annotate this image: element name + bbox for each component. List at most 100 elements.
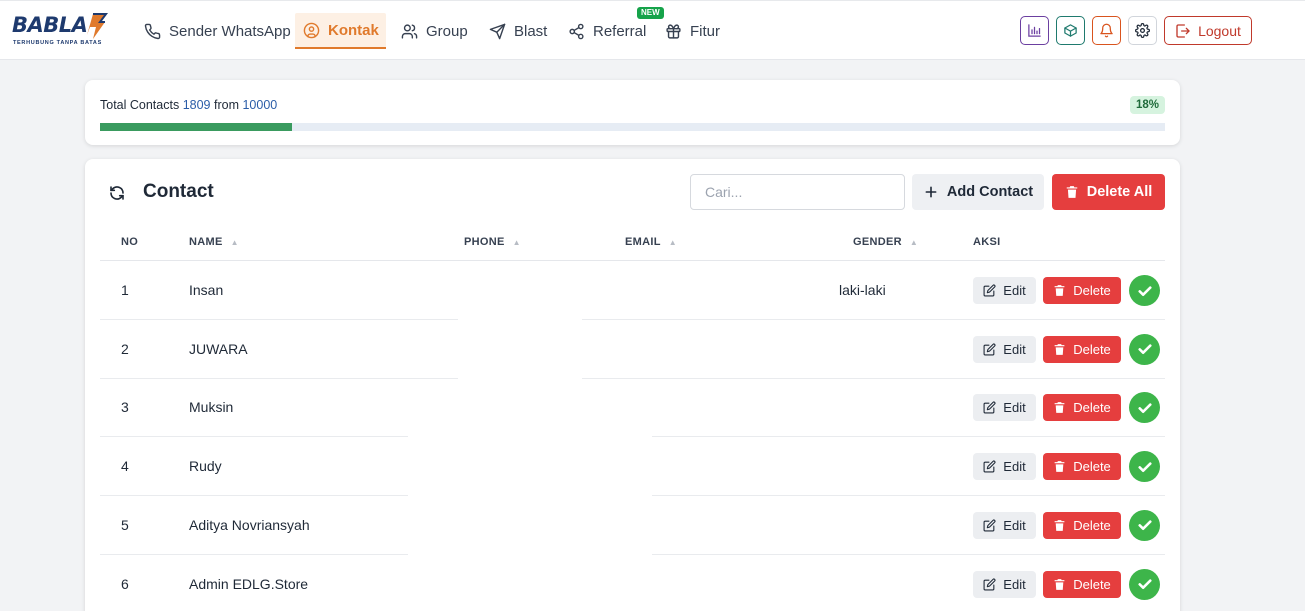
- nav-label: Blast: [514, 22, 548, 40]
- delete-button[interactable]: Delete: [1043, 511, 1121, 539]
- delete-label: Delete: [1073, 459, 1111, 475]
- nav-label: Sender WhatsApp: [169, 22, 291, 40]
- nav-blast[interactable]: Blast: [481, 13, 555, 49]
- stats-button[interactable]: [1020, 16, 1049, 45]
- column-name[interactable]: NAME ▲: [189, 236, 239, 248]
- cell-name: Rudy: [189, 458, 222, 475]
- delete-label: Delete: [1073, 400, 1111, 416]
- nav-fitur[interactable]: Fitur: [657, 13, 728, 49]
- edit-button[interactable]: Edit: [973, 277, 1036, 304]
- quota-progress-track: [100, 123, 1165, 131]
- trash-icon: [1054, 578, 1065, 590]
- brand-wordmark: BABLA: [12, 13, 88, 37]
- sort-icon[interactable]: ▲: [513, 238, 521, 247]
- delete-button[interactable]: Delete: [1043, 570, 1121, 598]
- add-contact-button[interactable]: Add Contact: [912, 174, 1044, 210]
- check-icon: [1137, 344, 1152, 355]
- delete-all-button[interactable]: Delete All: [1052, 174, 1165, 210]
- verified-check-button[interactable]: [1129, 509, 1160, 541]
- logout-label: Logout: [1198, 22, 1241, 39]
- sort-icon[interactable]: ▲: [669, 238, 677, 247]
- nav-label: Referral: [593, 22, 647, 40]
- cell-gender: laki-laki: [839, 282, 886, 298]
- refresh-icon[interactable]: [109, 185, 125, 201]
- search-input[interactable]: [690, 174, 905, 210]
- edit-label: Edit: [1003, 517, 1026, 533]
- delete-label: Delete: [1073, 341, 1111, 357]
- delete-button[interactable]: Delete: [1043, 277, 1121, 304]
- delete-button[interactable]: Delete: [1043, 335, 1121, 363]
- edit-icon: [983, 577, 996, 590]
- quota-progress-fill: [100, 123, 292, 131]
- quota-middle: from: [214, 98, 239, 112]
- cell-no: 3: [121, 399, 129, 416]
- table-row: 2 JUWARA Edit Delete: [100, 320, 1165, 379]
- column-no: NO: [121, 236, 139, 248]
- edit-icon: [983, 460, 996, 473]
- edit-button[interactable]: Edit: [973, 394, 1036, 422]
- column-email[interactable]: EMAIL ▲: [625, 236, 677, 248]
- brand-logo[interactable]: BABLA TERHUBUNG TANPA BATAS: [12, 11, 112, 51]
- settings-button[interactable]: [1128, 16, 1157, 45]
- edit-icon: [983, 284, 996, 297]
- phone-icon: [144, 23, 161, 39]
- gear-icon: [1135, 23, 1150, 38]
- table-row: 3 Muksin Edit Delete: [100, 378, 1165, 438]
- quota-count: 1809: [182, 98, 211, 112]
- logout-icon: [1176, 23, 1190, 38]
- edit-button[interactable]: Edit: [973, 511, 1036, 539]
- nav-label: Kontak: [328, 21, 379, 39]
- contact-quota-card: Total Contacts 1809 from 10000 18%: [85, 80, 1180, 145]
- quota-percent-badge: 18%: [1129, 96, 1165, 114]
- edit-label: Edit: [1003, 576, 1026, 592]
- cell-no: 1: [121, 282, 129, 298]
- edit-button[interactable]: Edit: [973, 453, 1036, 481]
- notifications-button[interactable]: [1092, 16, 1121, 45]
- verified-check-button[interactable]: [1129, 333, 1160, 365]
- users-icon: [401, 23, 418, 39]
- trash-icon: [1054, 285, 1065, 296]
- plus-icon: [925, 186, 937, 198]
- nav-sender-whatsapp[interactable]: Sender WhatsApp: [136, 13, 299, 49]
- logout-button[interactable]: Logout: [1164, 16, 1252, 45]
- nav-group[interactable]: Group: [393, 13, 476, 49]
- edit-button[interactable]: Edit: [973, 570, 1036, 598]
- column-phone[interactable]: PHONE ▲: [464, 236, 521, 248]
- verified-check-button[interactable]: [1129, 275, 1160, 306]
- package-button[interactable]: [1056, 16, 1085, 45]
- edit-label: Edit: [1003, 283, 1026, 298]
- send-icon: [489, 23, 506, 39]
- quota-limit: 10000: [242, 98, 278, 112]
- delete-button[interactable]: Delete: [1043, 453, 1121, 481]
- top-navbar: BABLA TERHUBUNG TANPA BATAS Sender Whats…: [0, 0, 1305, 60]
- nav-label: Group: [426, 22, 468, 40]
- trash-icon: [1054, 461, 1065, 473]
- redacted-area: [408, 434, 652, 611]
- cell-no: 6: [121, 575, 129, 592]
- verified-check-button[interactable]: [1129, 568, 1160, 600]
- nav-kontak[interactable]: Kontak: [295, 13, 386, 49]
- edit-button[interactable]: Edit: [973, 335, 1036, 363]
- cell-name: Insan: [189, 282, 224, 298]
- edit-label: Edit: [1003, 341, 1026, 357]
- sort-icon[interactable]: ▲: [231, 238, 239, 247]
- bar-chart-icon: [1028, 24, 1041, 37]
- verified-check-button[interactable]: [1129, 392, 1160, 424]
- share-icon: [569, 23, 584, 39]
- check-icon: [1137, 403, 1152, 413]
- cell-name: Aditya Novriansyah: [189, 516, 310, 533]
- trash-icon: [1054, 402, 1065, 414]
- delete-all-label: Delete All: [1086, 184, 1153, 200]
- page-title: Contact: [143, 181, 214, 202]
- nav-label: Fitur: [690, 22, 720, 40]
- quota-prefix: Total Contacts: [100, 98, 180, 112]
- trash-icon: [1066, 186, 1077, 198]
- cell-no: 4: [121, 458, 129, 475]
- cell-no: 2: [121, 340, 129, 357]
- sort-icon[interactable]: ▲: [910, 238, 918, 247]
- delete-label: Delete: [1073, 517, 1111, 533]
- column-gender[interactable]: GENDER ▲: [853, 236, 918, 248]
- brand-tagline: TERHUBUNG TANPA BATAS: [13, 40, 102, 46]
- verified-check-button[interactable]: [1129, 451, 1160, 483]
- delete-button[interactable]: Delete: [1043, 394, 1121, 422]
